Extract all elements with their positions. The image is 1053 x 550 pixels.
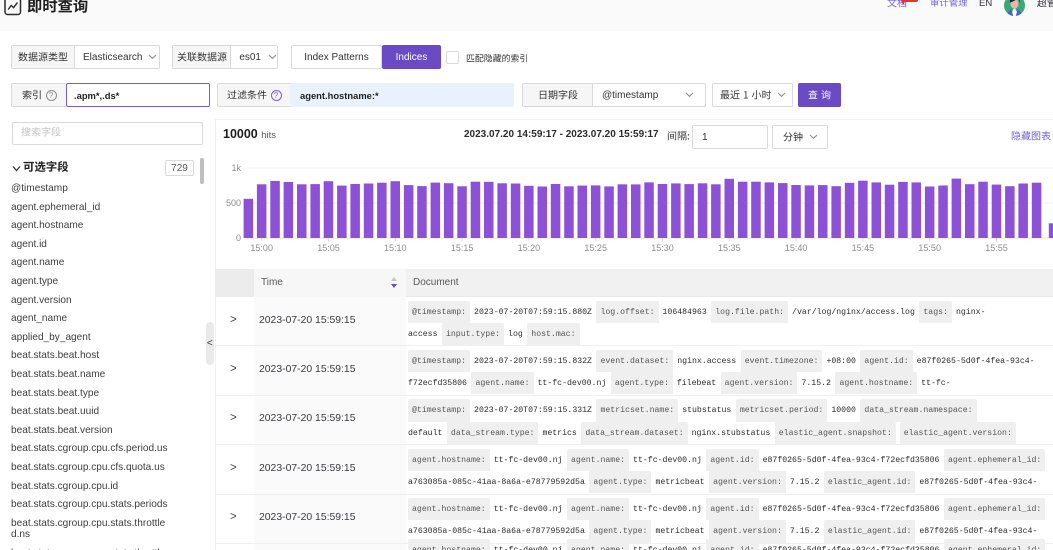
svg-text:15:45: 15:45 bbox=[852, 243, 875, 253]
svg-text:15:10: 15:10 bbox=[384, 243, 407, 253]
svg-text:15:25: 15:25 bbox=[584, 243, 607, 253]
svg-text:15:30: 15:30 bbox=[651, 243, 674, 253]
svg-text:1k: 1k bbox=[231, 163, 241, 173]
svg-text:15:20: 15:20 bbox=[518, 243, 541, 253]
svg-text:15:15: 15:15 bbox=[451, 243, 474, 253]
svg-text:0: 0 bbox=[236, 233, 241, 243]
svg-text:500: 500 bbox=[226, 198, 241, 208]
svg-text:15:35: 15:35 bbox=[718, 243, 741, 253]
svg-text:15:50: 15:50 bbox=[918, 243, 941, 253]
svg-text:15:55: 15:55 bbox=[985, 243, 1008, 253]
svg-text:15:40: 15:40 bbox=[785, 243, 808, 253]
svg-text:15:05: 15:05 bbox=[317, 243, 340, 253]
svg-text:15:00: 15:00 bbox=[250, 243, 273, 253]
